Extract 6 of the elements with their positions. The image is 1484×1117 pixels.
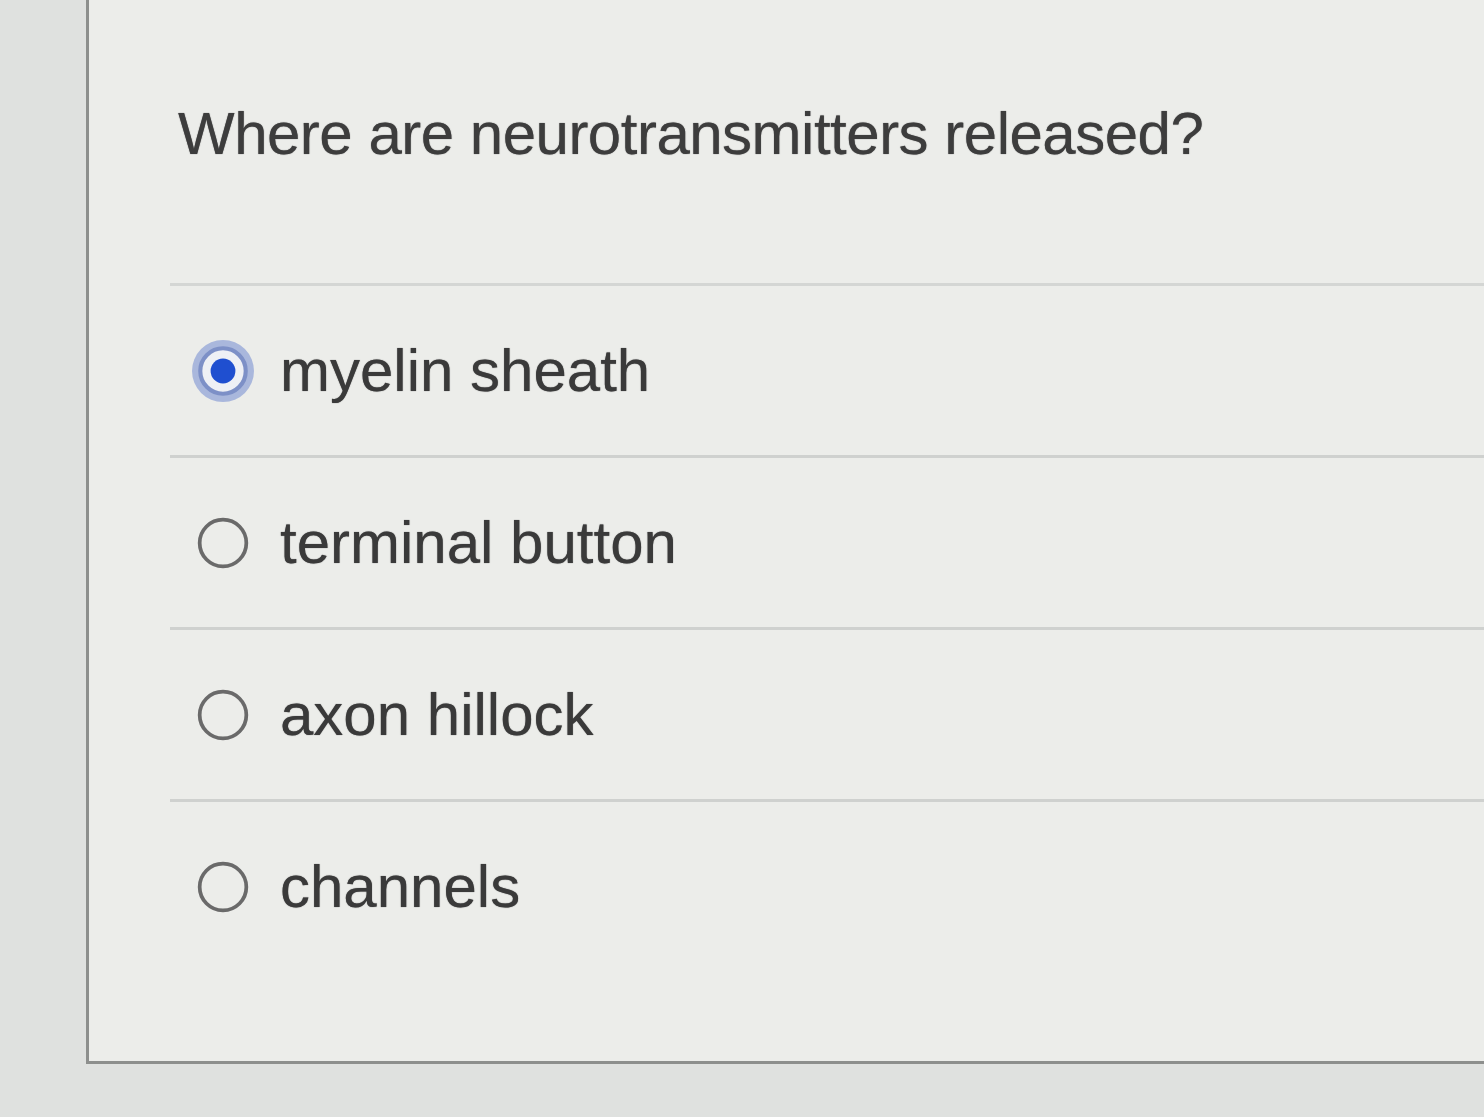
option-label[interactable]: terminal button: [280, 506, 677, 579]
option-label[interactable]: myelin sheath: [280, 334, 651, 407]
option-label[interactable]: axon hillock: [280, 678, 594, 751]
radio-button[interactable]: [192, 339, 254, 402]
question-text: Where are neurotransmitters released?: [178, 99, 1205, 169]
option-label[interactable]: channels: [280, 850, 521, 923]
